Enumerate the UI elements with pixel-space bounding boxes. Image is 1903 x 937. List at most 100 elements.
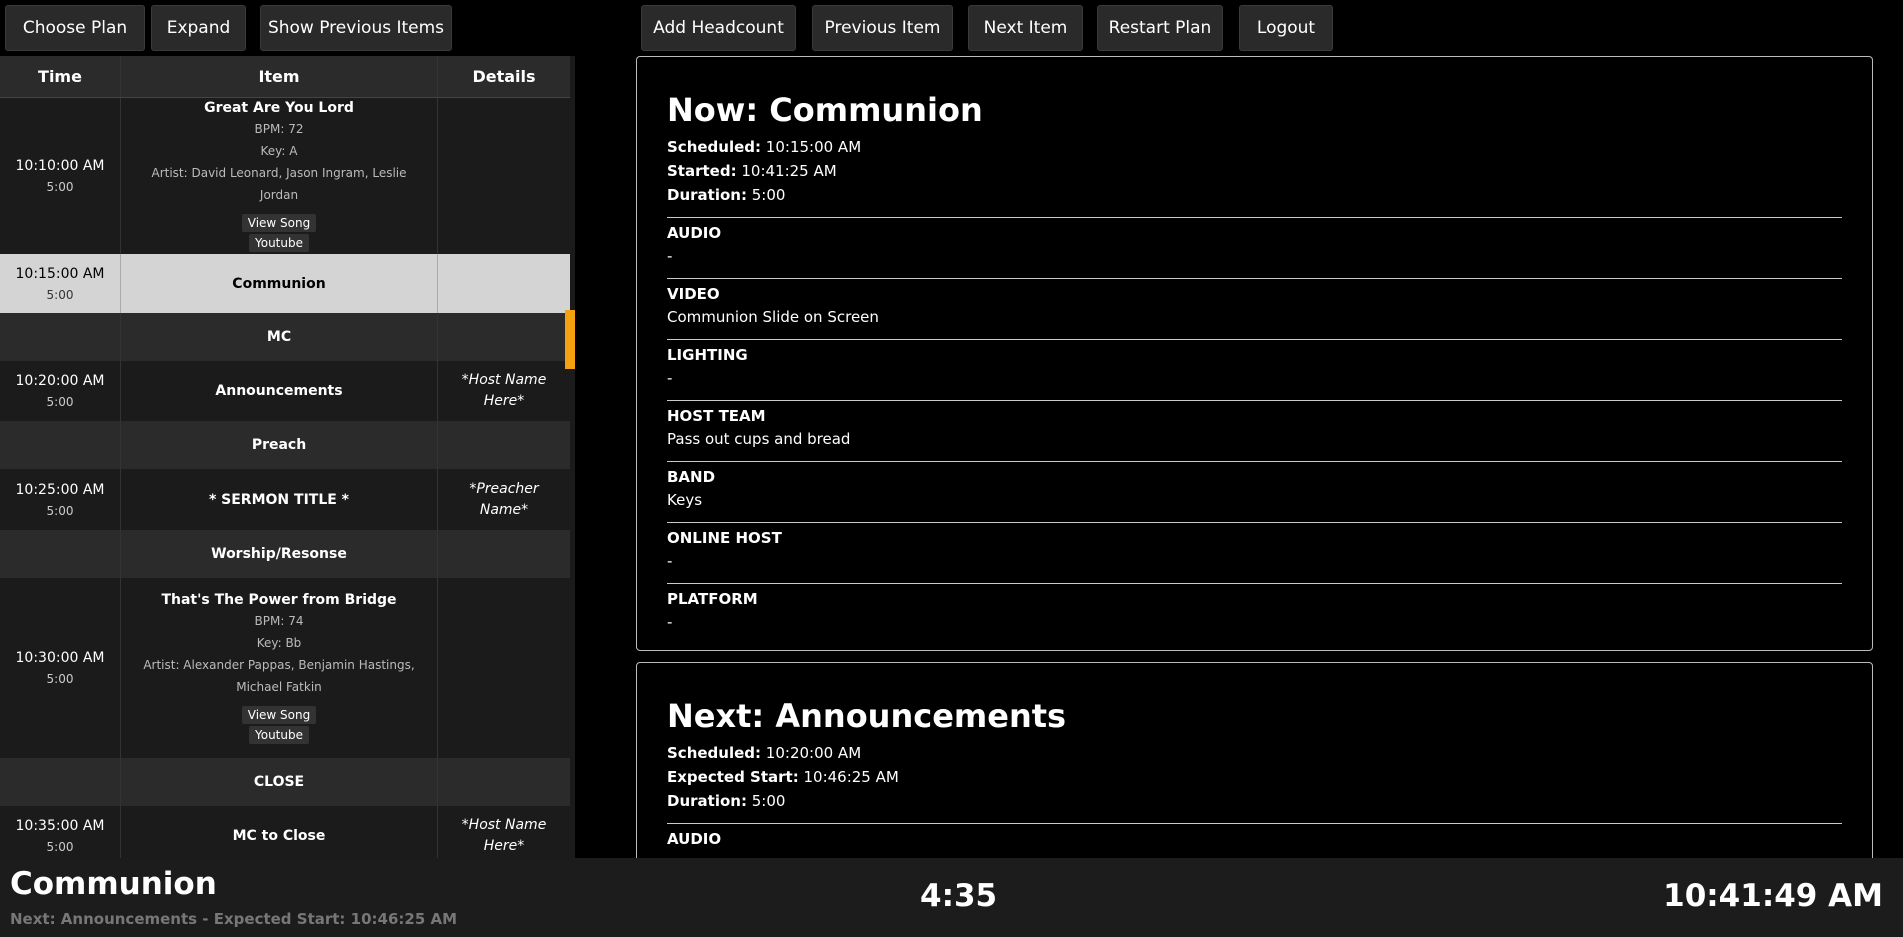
section-header-row: Worship/Resonse	[0, 530, 570, 578]
schedule-header: Time Item Details	[0, 56, 570, 98]
details-cell: *Host Name Here*	[438, 361, 570, 421]
row-duration: 5:00	[46, 180, 74, 194]
now-started: Started: 10:41:25 AM	[667, 162, 837, 180]
item-cell: Communion	[120, 254, 438, 313]
view-song-button[interactable]: View Song	[241, 214, 317, 232]
time-cell: 10:35:00 AM 5:00	[0, 806, 120, 858]
next-panel: Next: Announcements Scheduled: 10:20:00 …	[636, 662, 1873, 882]
details-cell	[438, 254, 570, 313]
song-key: Key: Bb	[256, 636, 302, 650]
table-row[interactable]: 10:30:00 AM 5:00 That's The Power from B…	[0, 578, 570, 758]
row-time: 10:20:00 AM	[15, 373, 105, 389]
view-song-button[interactable]: View Song	[241, 706, 317, 724]
section-header-row: Preach	[0, 421, 570, 469]
row-details: *Host Name Here*	[461, 817, 547, 854]
row-duration: 5:00	[46, 503, 74, 518]
expand-button[interactable]: Expand	[151, 5, 246, 51]
choose-plan-button[interactable]: Choose Plan	[5, 5, 145, 51]
details-cell	[438, 758, 570, 806]
now-section-online-host: ONLINE HOST -	[667, 522, 1842, 573]
next-scheduled: Scheduled: 10:20:00 AM	[667, 744, 862, 762]
item-cell: That's The Power from Bridge BPM: 74 Key…	[120, 578, 438, 758]
next-item-button[interactable]: Next Item	[968, 5, 1083, 51]
next-section-audio: AUDIO	[667, 823, 1842, 850]
item-cell: MC	[120, 313, 438, 361]
details-column-header: Details	[472, 67, 536, 86]
toolbar-left: Choose Plan Expand Show Previous Items	[0, 0, 575, 54]
now-section-platform: PLATFORM -	[667, 583, 1842, 634]
song-artist: Artist: Alexander Pappas, Benjamin Hasti…	[143, 658, 415, 694]
time-cell: 10:30:00 AM 5:00	[0, 578, 120, 758]
now-duration: Duration: 5:00	[667, 186, 786, 204]
table-row[interactable]: 10:20:00 AM 5:00 Announcements *Host Nam…	[0, 361, 570, 421]
item-cell: * SERMON TITLE *	[120, 469, 438, 530]
row-time: 10:25:00 AM	[15, 481, 105, 498]
show-previous-items-button[interactable]: Show Previous Items	[260, 5, 452, 51]
time-cell	[0, 530, 120, 578]
now-section-audio: AUDIO -	[667, 217, 1842, 268]
countdown-timer: 4:35	[920, 878, 998, 914]
now-panel: Now: Communion Scheduled: 10:15:00 AM St…	[636, 56, 1873, 651]
item-cell: Preach	[120, 421, 438, 469]
table-row-current[interactable]: 10:15:00 AM 5:00 Communion	[0, 254, 570, 313]
row-duration: 5:00	[46, 840, 74, 854]
row-title: That's The Power from Bridge	[161, 592, 397, 608]
now-section-lighting: LIGHTING -	[667, 339, 1842, 390]
current-item-title: Communion	[10, 866, 217, 902]
song-artist: Artist: David Leonard, Jason Ingram, Les…	[151, 166, 407, 202]
previous-item-button[interactable]: Previous Item	[812, 5, 953, 51]
time-cell	[0, 313, 120, 361]
details-cell: *Host Name Here*	[438, 806, 570, 858]
row-duration: 5:00	[46, 672, 74, 686]
section-header-row: CLOSE	[0, 758, 570, 806]
now-section-host-team: HOST TEAM Pass out cups and bread	[667, 400, 1842, 451]
row-title: Communion	[232, 275, 326, 292]
time-cell	[0, 421, 120, 469]
details-cell	[438, 421, 570, 469]
row-title: Announcements	[215, 383, 343, 399]
current-item-marker	[565, 310, 575, 369]
time-cell: 10:25:00 AM 5:00	[0, 469, 120, 530]
table-row[interactable]: 10:35:00 AM 5:00 MC to Close *Host Name …	[0, 806, 570, 858]
table-row[interactable]: 10:25:00 AM 5:00 * SERMON TITLE * *Preac…	[0, 469, 570, 530]
time-cell: 10:15:00 AM 5:00	[0, 254, 120, 313]
row-title: MC to Close	[232, 828, 326, 844]
section-title: Worship/Resonse	[211, 546, 347, 562]
row-duration: 5:00	[46, 395, 74, 409]
youtube-button[interactable]: Youtube	[249, 726, 309, 744]
item-cell: Worship/Resonse	[120, 530, 438, 578]
time-cell: 10:10:00 AM 5:00	[0, 98, 120, 254]
item-cell: Great Are You Lord BPM: 72 Key: A Artist…	[120, 98, 438, 254]
now-section-band: BAND Keys	[667, 461, 1842, 512]
time-cell	[0, 758, 120, 806]
next-duration: Duration: 5:00	[667, 792, 786, 810]
details-cell	[438, 530, 570, 578]
item-cell: CLOSE	[120, 758, 438, 806]
row-duration: 5:00	[46, 287, 74, 302]
section-header-row: MC	[0, 313, 570, 361]
row-details: *Preacher Name*	[469, 480, 539, 518]
item-cell: Announcements	[120, 361, 438, 421]
time-column-header: Time	[38, 67, 82, 86]
logout-button[interactable]: Logout	[1239, 5, 1333, 51]
row-time: 10:35:00 AM	[15, 818, 105, 834]
item-cell: MC to Close	[120, 806, 438, 858]
row-time: 10:15:00 AM	[15, 265, 105, 282]
time-cell: 10:20:00 AM 5:00	[0, 361, 120, 421]
details-cell	[438, 578, 570, 758]
song-bpm: BPM: 72	[254, 122, 304, 136]
schedule-table: Time Item Details 10:10:00 AM 5:00 Great…	[0, 56, 575, 858]
next-title: Next: Announcements	[667, 697, 1067, 735]
details-cell	[438, 313, 570, 361]
restart-plan-button[interactable]: Restart Plan	[1097, 5, 1223, 51]
youtube-button[interactable]: Youtube	[249, 234, 309, 252]
table-row[interactable]: 10:10:00 AM 5:00 Great Are You Lord BPM:…	[0, 98, 570, 254]
row-title: Great Are You Lord	[204, 100, 354, 116]
section-title: CLOSE	[253, 774, 305, 790]
add-headcount-button[interactable]: Add Headcount	[641, 5, 796, 51]
now-section-video: VIDEO Communion Slide on Screen	[667, 278, 1842, 329]
details-cell	[438, 98, 570, 254]
details-cell: *Preacher Name*	[438, 469, 570, 530]
row-title: * SERMON TITLE *	[208, 491, 350, 508]
row-details: *Host Name Here*	[461, 372, 547, 409]
